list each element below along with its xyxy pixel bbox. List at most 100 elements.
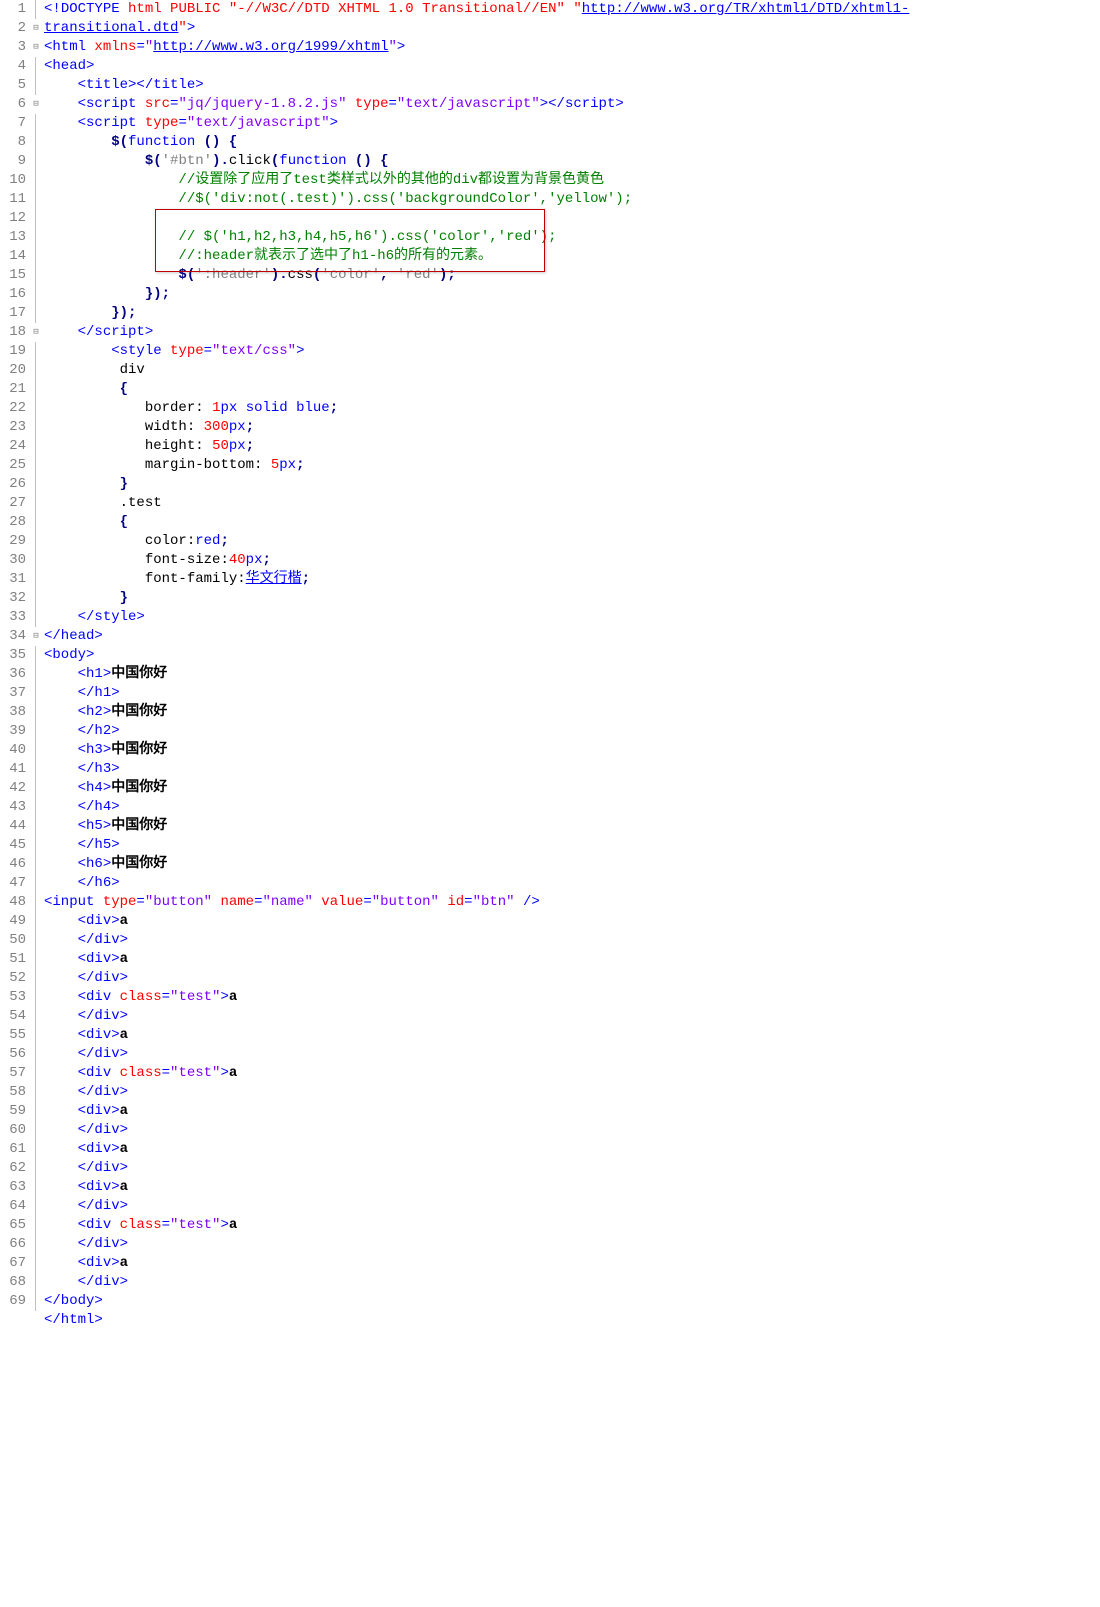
code-line[interactable]: <html xmlns="http://www.w3.org/1999/xhtm… — [44, 38, 909, 57]
line-number[interactable]: 14 — [0, 247, 26, 266]
code-line[interactable]: <div>a — [44, 950, 909, 969]
editor-pane[interactable]: 1234567891011121314151617181920212223242… — [0, 0, 1100, 1330]
line-number[interactable]: 68 — [0, 1273, 26, 1292]
code-line[interactable]: </div> — [44, 969, 909, 988]
code-line[interactable]: </h4> — [44, 798, 909, 817]
code-line[interactable]: transitional.dtd"> — [44, 19, 909, 38]
code-line[interactable]: // $('h1,h2,h3,h4,h5,h6').css('color','r… — [44, 228, 909, 247]
line-number[interactable]: 44 — [0, 817, 26, 836]
line-number[interactable]: 64 — [0, 1197, 26, 1216]
fold-toggle-icon[interactable]: ⊟ — [30, 95, 42, 114]
code-line[interactable]: </h6> — [44, 874, 909, 893]
code-line[interactable]: <div class="test">a — [44, 1064, 909, 1083]
line-number[interactable]: 6 — [0, 95, 26, 114]
line-number[interactable]: 22 — [0, 399, 26, 418]
line-number[interactable]: 53 — [0, 988, 26, 1007]
line-number[interactable]: 10 — [0, 171, 26, 190]
code-line[interactable]: </h5> — [44, 836, 909, 855]
line-number[interactable]: 13 — [0, 228, 26, 247]
code-line[interactable]: } — [44, 589, 909, 608]
code-line[interactable]: <div class="test">a — [44, 988, 909, 1007]
code-line[interactable]: }); — [44, 304, 909, 323]
code-line[interactable]: $(':header').css('color', 'red'); — [44, 266, 909, 285]
code-line[interactable]: <div>a — [44, 912, 909, 931]
line-number[interactable]: 24 — [0, 437, 26, 456]
code-line[interactable]: <div>a — [44, 1026, 909, 1045]
line-number[interactable]: 65 — [0, 1216, 26, 1235]
line-number[interactable]: 31 — [0, 570, 26, 589]
code-line[interactable]: </div> — [44, 1007, 909, 1026]
code-line[interactable]: <div>a — [44, 1140, 909, 1159]
fold-toggle-icon[interactable]: ⊟ — [30, 19, 42, 38]
code-line[interactable]: </body> — [44, 1292, 909, 1311]
line-number[interactable]: 36 — [0, 665, 26, 684]
line-number[interactable]: 16 — [0, 285, 26, 304]
code-line[interactable]: <h5>中国你好 — [44, 817, 909, 836]
line-number[interactable]: 61 — [0, 1140, 26, 1159]
line-number[interactable]: 23 — [0, 418, 26, 437]
line-number[interactable]: 69 — [0, 1292, 26, 1311]
code-line[interactable]: </div> — [44, 931, 909, 950]
code-line[interactable]: { — [44, 513, 909, 532]
line-number[interactable]: 66 — [0, 1235, 26, 1254]
code-line[interactable]: </html> — [44, 1311, 909, 1330]
code-line[interactable]: </div> — [44, 1273, 909, 1292]
line-number[interactable]: 40 — [0, 741, 26, 760]
code-line[interactable]: //设置除了应用了test类样式以外的其他的div都设置为背景色黄色 — [44, 171, 909, 190]
line-number[interactable]: 58 — [0, 1083, 26, 1102]
line-number[interactable]: 33 — [0, 608, 26, 627]
line-number[interactable]: 52 — [0, 969, 26, 988]
code-line[interactable]: <h3>中国你好 — [44, 741, 909, 760]
line-number[interactable]: 47 — [0, 874, 26, 893]
code-line[interactable]: <input type="button" name="name" value="… — [44, 893, 909, 912]
code-line[interactable]: color:red; — [44, 532, 909, 551]
line-number[interactable]: 5 — [0, 76, 26, 95]
line-number[interactable]: 45 — [0, 836, 26, 855]
code-line[interactable]: <style type="text/css"> — [44, 342, 909, 361]
code-line[interactable]: <h6>中国你好 — [44, 855, 909, 874]
line-number[interactable]: 18 — [0, 323, 26, 342]
code-line[interactable]: <div class="test">a — [44, 1216, 909, 1235]
line-number[interactable]: 54 — [0, 1007, 26, 1026]
line-number[interactable]: 43 — [0, 798, 26, 817]
code-line[interactable]: <script src="jq/jquery-1.8.2.js" type="t… — [44, 95, 909, 114]
code-line[interactable]: font-size:40px; — [44, 551, 909, 570]
line-number[interactable]: 48 — [0, 893, 26, 912]
line-number[interactable]: 28 — [0, 513, 26, 532]
code-line[interactable]: </div> — [44, 1121, 909, 1140]
fold-toggle-icon[interactable]: ⊟ — [30, 323, 42, 342]
line-number[interactable]: 1 — [0, 0, 26, 19]
code-line[interactable]: </h2> — [44, 722, 909, 741]
code-line[interactable]: </head> — [44, 627, 909, 646]
code-line[interactable]: width: 300px; — [44, 418, 909, 437]
code-line[interactable]: </h3> — [44, 760, 909, 779]
code-line[interactable]: <script type="text/javascript"> — [44, 114, 909, 133]
code-line[interactable]: </style> — [44, 608, 909, 627]
code-line[interactable]: <h1>中国你好 — [44, 665, 909, 684]
line-number[interactable]: 29 — [0, 532, 26, 551]
code-line[interactable]: </h1> — [44, 684, 909, 703]
line-number[interactable]: 57 — [0, 1064, 26, 1083]
code-line[interactable]: <title></title> — [44, 76, 909, 95]
code-line[interactable]: } — [44, 475, 909, 494]
code-line[interactable]: <div>a — [44, 1102, 909, 1121]
code-line[interactable]: border: 1px solid blue; — [44, 399, 909, 418]
line-number[interactable]: 8 — [0, 133, 26, 152]
line-number[interactable]: 51 — [0, 950, 26, 969]
line-number[interactable]: 11 — [0, 190, 26, 209]
line-number[interactable]: 46 — [0, 855, 26, 874]
code-line[interactable]: //$('div:not(.test)').css('backgroundCol… — [44, 190, 909, 209]
code-line[interactable]: </div> — [44, 1235, 909, 1254]
line-number[interactable]: 3 — [0, 38, 26, 57]
code-line[interactable] — [44, 209, 909, 228]
line-number-gutter[interactable]: 1234567891011121314151617181920212223242… — [0, 0, 30, 1330]
line-number[interactable]: 42 — [0, 779, 26, 798]
line-number[interactable]: 55 — [0, 1026, 26, 1045]
code-line[interactable]: <head> — [44, 57, 909, 76]
line-number[interactable]: 56 — [0, 1045, 26, 1064]
code-line[interactable]: height: 50px; — [44, 437, 909, 456]
line-number[interactable]: 7 — [0, 114, 26, 133]
line-number[interactable]: 41 — [0, 760, 26, 779]
code-line[interactable]: margin-bottom: 5px; — [44, 456, 909, 475]
code-line[interactable]: </script> — [44, 323, 909, 342]
